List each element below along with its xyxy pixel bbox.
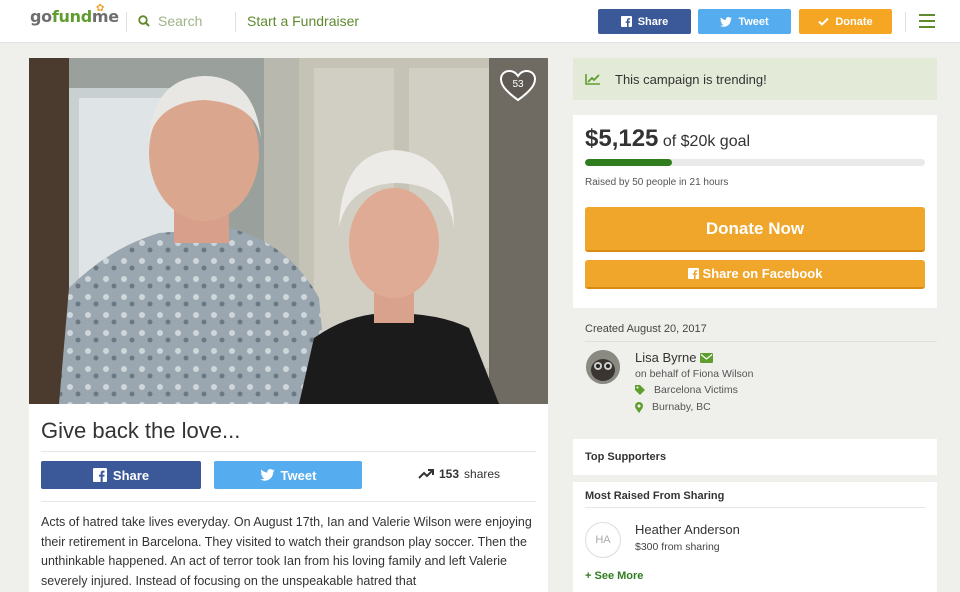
donate-now-button[interactable]: Donate Now (585, 207, 925, 252)
logo-leaf-icon: ✿ (96, 3, 105, 14)
search-icon (138, 15, 150, 27)
on-behalf-of: on behalf of Fiona Wilson (635, 368, 754, 380)
supporter-amount: $300 from sharing (635, 541, 720, 553)
header-donate-button[interactable]: Donate (799, 9, 892, 34)
search-placeholder: Search (158, 13, 203, 29)
heart-count: 53 (512, 79, 524, 90)
amount-raised: $5,125 of $20k goal (585, 125, 751, 152)
avatar[interactable] (586, 350, 620, 384)
supporter-avatar: HA (585, 522, 621, 558)
trending-banner: This campaign is trending! (573, 58, 937, 100)
campaign-story: Acts of hatred take lives everyday. On A… (41, 515, 532, 588)
header-share-button[interactable]: Share (598, 9, 691, 34)
header-tweet-button[interactable]: Tweet (698, 9, 791, 34)
progress-fill (585, 159, 673, 166)
tag-icon (635, 385, 645, 395)
twitter-icon (720, 16, 733, 27)
trending-up-icon (418, 469, 434, 479)
divider (585, 341, 937, 342)
divider (126, 12, 127, 32)
shares-count: 153 shares (418, 467, 500, 481)
see-more-link[interactable]: + See More (585, 570, 643, 582)
campaign-details: Give back the love... Share Tweet 153 sh… (29, 404, 548, 592)
organizer-name[interactable]: Lisa Byrne (635, 350, 714, 365)
share-on-facebook-button[interactable]: Share on Facebook (585, 260, 925, 289)
chart-trending-icon (585, 74, 600, 85)
campaign-photo-illustration (29, 58, 548, 404)
donation-box: $5,125 of $20k goal Raised by 50 people … (573, 115, 937, 308)
most-raised-section: Most Raised From Sharing HA Heather Ande… (573, 482, 937, 592)
supporter-name: Heather Anderson (635, 522, 740, 537)
start-fundraiser-link[interactable]: Start a Fundraiser (247, 13, 359, 29)
trending-text: This campaign is trending! (615, 71, 767, 87)
most-raised-heading: Most Raised From Sharing (585, 490, 725, 502)
created-date: Created August 20, 2017 (585, 323, 707, 335)
location: Burnaby, BC (635, 401, 711, 413)
envelope-icon[interactable] (700, 352, 714, 363)
category-link[interactable]: Barcelona Victims (635, 384, 738, 396)
tweet-button[interactable]: Tweet (214, 461, 362, 489)
campaign-photo (29, 58, 548, 404)
facebook-icon (687, 268, 699, 279)
divider (235, 12, 236, 32)
twitter-icon (259, 469, 275, 481)
top-supporters-heading: Top Supporters (585, 451, 667, 463)
map-pin-icon (635, 401, 643, 413)
share-button[interactable]: Share (41, 461, 201, 489)
raised-by-text: Raised by 50 people in 21 hours (585, 177, 729, 188)
campaign-title: Give back the love... (41, 418, 241, 443)
divider (905, 12, 906, 32)
heart-icon[interactable]: 53 (500, 70, 536, 102)
hamburger-menu-icon[interactable] (919, 14, 935, 28)
top-nav: gofundme ✿ Search Start a Fundraiser Sha… (0, 0, 960, 43)
divider (41, 501, 536, 502)
check-icon (818, 17, 830, 26)
gofundme-logo[interactable]: gofundme ✿ (30, 3, 119, 26)
facebook-icon (92, 468, 107, 482)
top-supporters-section: Top Supporters (573, 439, 937, 475)
progress-bar (585, 159, 925, 166)
facebook-icon (620, 16, 632, 27)
divider (585, 507, 925, 508)
divider (41, 451, 536, 452)
